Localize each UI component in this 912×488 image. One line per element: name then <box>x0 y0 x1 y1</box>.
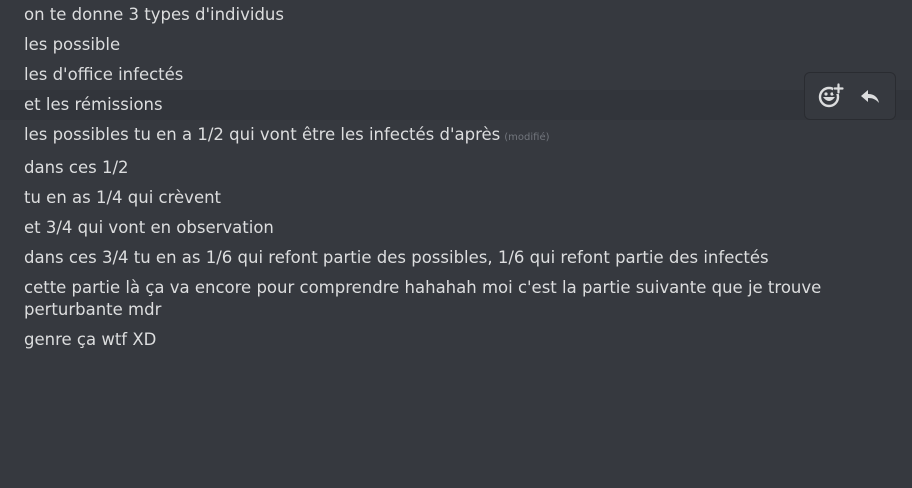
message-hover-toolbar <box>804 72 896 120</box>
message-text: cette partie là ça va encore pour compre… <box>24 278 822 319</box>
message[interactable]: les d'office infectés <box>0 60 912 90</box>
message-hovered[interactable]: et les rémissions <box>0 90 912 120</box>
reply-icon <box>860 90 879 103</box>
message[interactable]: les possible <box>0 30 912 60</box>
message-text: et les rémissions <box>24 95 163 114</box>
message[interactable]: tu en as 1/4 qui crèvent <box>0 183 912 213</box>
message-text: dans ces 3/4 tu en as 1/6 qui refont par… <box>24 248 769 267</box>
message[interactable]: cette partie là ça va encore pour compre… <box>0 273 912 325</box>
message-text: genre ça wtf XD <box>24 330 157 349</box>
message[interactable]: genre ça wtf XD <box>0 325 912 355</box>
add-reaction-button[interactable] <box>813 78 849 114</box>
message-list: on te donne 3 types d'individus les poss… <box>0 0 912 355</box>
message-text: les possible <box>24 35 121 54</box>
edited-label: (modifié) <box>504 132 550 143</box>
message[interactable]: dans ces 3/4 tu en as 1/6 qui refont par… <box>0 243 912 273</box>
message-text: dans ces 1/2 <box>24 158 129 177</box>
message-text: les d'office infectés <box>24 65 184 84</box>
message-text: et 3/4 qui vont en observation <box>24 218 274 237</box>
message[interactable]: et 3/4 qui vont en observation <box>0 213 912 243</box>
reply-button[interactable] <box>852 78 888 114</box>
message-text: on te donne 3 types d'individus <box>24 5 284 24</box>
add-reaction-icon <box>818 83 844 108</box>
message-text: tu en as 1/4 qui crèvent <box>24 188 222 207</box>
message[interactable]: on te donne 3 types d'individus <box>0 0 912 30</box>
message-text: les possibles tu en a 1/2 qui vont être … <box>24 125 501 144</box>
message[interactable]: dans ces 1/2 <box>0 153 912 183</box>
message[interactable]: les possibles tu en a 1/2 qui vont être … <box>0 120 912 153</box>
